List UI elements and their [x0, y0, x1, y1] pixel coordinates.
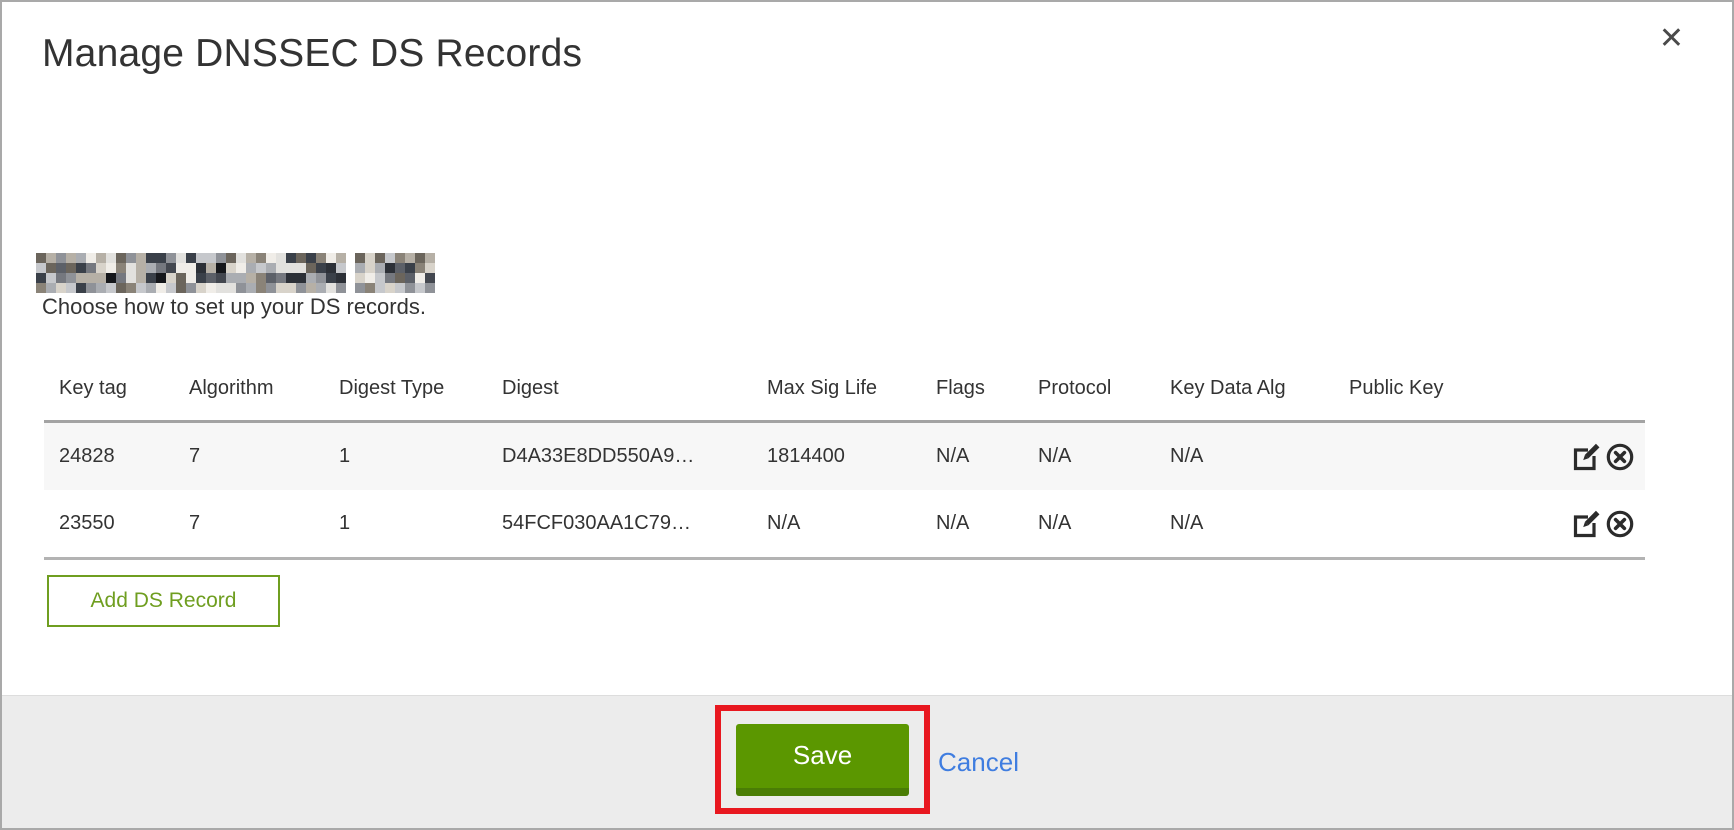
cell-key-tag: 24828 [59, 445, 189, 468]
remove-icon[interactable] [1605, 442, 1635, 472]
cell-protocol: N/A [1038, 445, 1170, 468]
col-header-public-key: Public Key [1349, 377, 1555, 400]
close-icon[interactable]: ✕ [1659, 24, 1684, 54]
col-header-key-data-alg: Key Data Alg [1170, 377, 1349, 400]
remove-icon[interactable] [1605, 509, 1635, 539]
add-ds-record-button[interactable]: Add DS Record [47, 575, 280, 627]
cell-digest-type: 1 [339, 445, 502, 468]
ds-records-table: Key tag Algorithm Digest Type Digest Max… [44, 357, 1645, 560]
dialog-title: Manage DNSSEC DS Records [42, 32, 582, 76]
cancel-link[interactable]: Cancel [938, 747, 1019, 778]
cell-digest-type: 1 [339, 512, 502, 535]
cell-protocol: N/A [1038, 512, 1170, 535]
cell-key-data-alg: N/A [1170, 445, 1349, 468]
table-row: 23550 7 1 54FCF030AA1C79… N/A N/A N/A N/… [44, 490, 1645, 557]
cell-max-sig-life: 1814400 [767, 445, 936, 468]
cell-algorithm: 7 [189, 512, 339, 535]
table-header-row: Key tag Algorithm Digest Type Digest Max… [44, 357, 1645, 420]
cell-flags: N/A [936, 512, 1038, 535]
cell-flags: N/A [936, 445, 1038, 468]
cell-digest: 54FCF030AA1C79… [502, 512, 767, 535]
dialog-footer: Save Cancel [2, 695, 1732, 828]
col-header-digest: Digest [502, 377, 767, 400]
table-row: 24828 7 1 D4A33E8DD550A9… 1814400 N/A N/… [44, 423, 1645, 490]
col-header-max-sig-life: Max Sig Life [767, 377, 936, 400]
cell-key-data-alg: N/A [1170, 512, 1349, 535]
cell-algorithm: 7 [189, 445, 339, 468]
edit-icon[interactable] [1571, 509, 1601, 539]
manage-dnssec-dialog: Manage DNSSEC DS Records ✕ Choose how to… [0, 0, 1734, 830]
cell-max-sig-life: N/A [767, 512, 936, 535]
redacted-domain-segment [36, 253, 346, 293]
col-header-digest-type: Digest Type [339, 377, 502, 400]
save-button[interactable]: Save [736, 724, 909, 796]
cell-key-tag: 23550 [59, 512, 189, 535]
col-header-protocol: Protocol [1038, 377, 1170, 400]
col-header-key-tag: Key tag [59, 377, 189, 400]
redacted-domain-name [36, 253, 435, 293]
edit-icon[interactable] [1571, 442, 1601, 472]
redacted-domain-segment [355, 253, 435, 293]
col-header-algorithm: Algorithm [189, 377, 339, 400]
cell-digest: D4A33E8DD550A9… [502, 445, 767, 468]
instruction-text: Choose how to set up your DS records. [42, 294, 426, 320]
col-header-flags: Flags [936, 377, 1038, 400]
red-highlight-annotation: Save [715, 705, 930, 814]
